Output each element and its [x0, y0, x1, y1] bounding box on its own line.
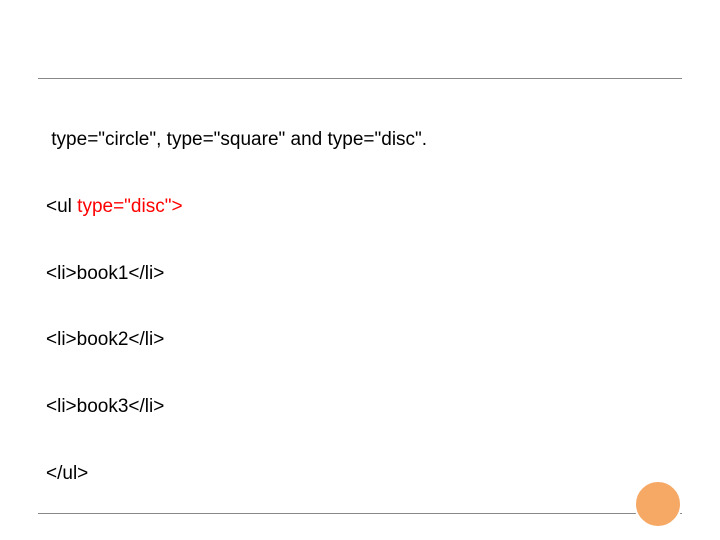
line-intro: type="circle", type="square" and type="d… [46, 128, 660, 152]
slide-body: type="circle", type="square" and type="d… [46, 128, 660, 529]
text-li-2: <li>book2</li> [46, 329, 164, 350]
bottom-divider [38, 513, 682, 514]
text-li-3: <li>book3</li> [46, 396, 164, 417]
line-ul-close: </ul> [46, 462, 660, 486]
line-li-2: <li>book2</li> [46, 328, 660, 352]
text-li-1: <li>book1</li> [46, 263, 164, 284]
slide: type="circle", type="square" and type="d… [0, 0, 720, 540]
top-divider [38, 78, 682, 79]
line-li-1: <li>book1</li> [46, 262, 660, 286]
line-ul-open: <ul type="disc"> [46, 195, 660, 219]
text-intro: type="circle", type="square" and type="d… [46, 129, 427, 150]
line-li-3: <li>book3</li> [46, 395, 660, 419]
accent-circle-icon [634, 480, 682, 528]
text-ul-open-a: <ul [46, 196, 77, 217]
text-ul-close: </ul> [46, 463, 88, 484]
text-ul-open-b: type="disc"> [77, 196, 182, 217]
